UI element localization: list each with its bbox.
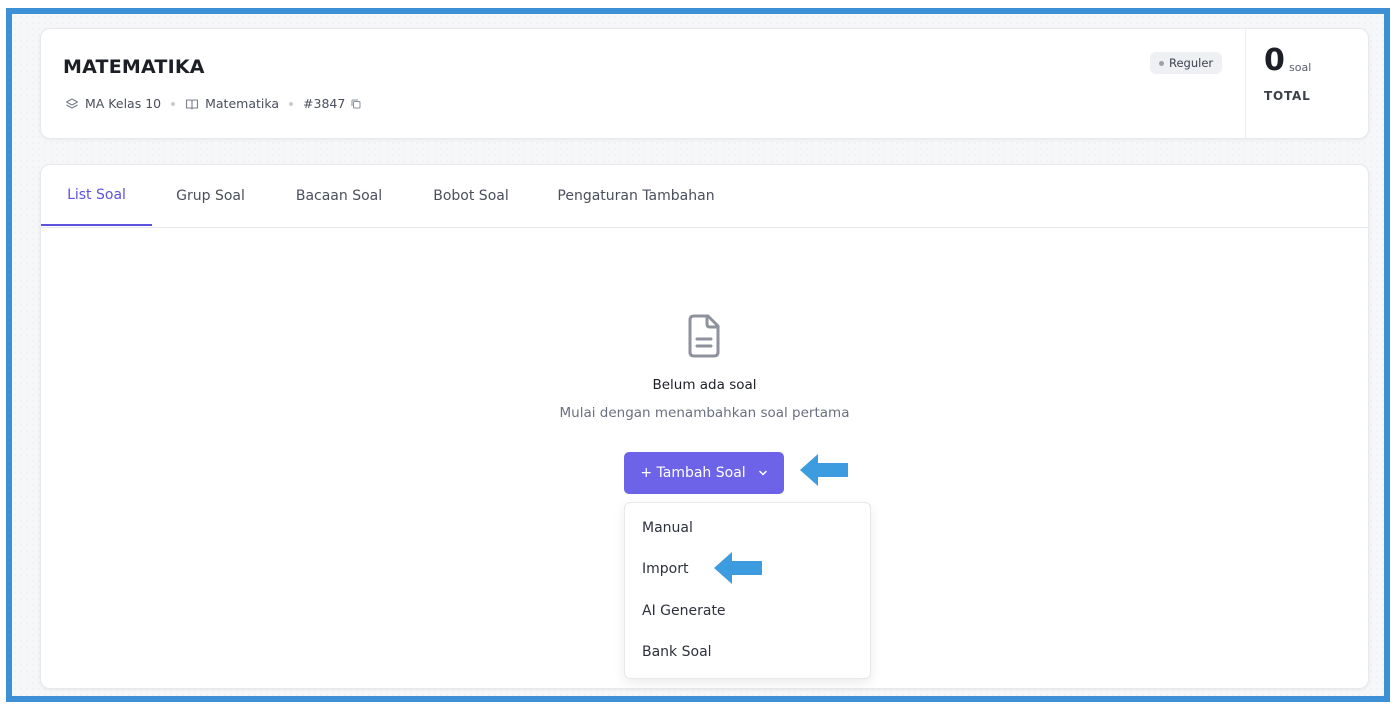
status-badge: Reguler [1150, 52, 1223, 74]
menu-item-manual[interactable]: Manual [625, 508, 870, 548]
exam-header-card: MATEMATIKA MA Kelas 10 Matematika #3847 … [40, 28, 1369, 139]
total-label: TOTAL [1264, 89, 1311, 103]
header-meta: MA Kelas 10 Matematika #3847 [65, 96, 362, 111]
tab-bacaan-soal[interactable]: Bacaan Soal [286, 165, 392, 227]
empty-state-subtitle: Mulai dengan menambahkan soal pertama [559, 405, 850, 421]
add-question-label: + Tambah Soal [640, 465, 746, 481]
annotation-arrow-icon [798, 452, 850, 488]
total-count: 0 [1264, 43, 1285, 78]
document-icon [686, 312, 724, 360]
book-icon [185, 97, 199, 111]
separator-dot [289, 101, 294, 106]
empty-state-title: Belum ada soal [652, 377, 757, 393]
class-label: MA Kelas 10 [85, 96, 162, 111]
tab-bobot-soal[interactable]: Bobot Soal [425, 165, 517, 227]
layers-icon [65, 97, 79, 111]
badge-dot [1159, 60, 1164, 66]
copy-icon[interactable] [350, 98, 362, 110]
badge-label: Reguler [1169, 56, 1214, 70]
page-title: MATEMATIKA [63, 56, 205, 78]
chevron-down-icon [758, 468, 768, 478]
tab-grup-soal[interactable]: Grup Soal [168, 165, 253, 227]
total-counter: 0 soal TOTAL [1245, 29, 1369, 138]
annotation-arrow-icon [712, 550, 764, 586]
subject-label: Matematika [205, 96, 280, 111]
menu-item-bank-soal[interactable]: Bank Soal [625, 632, 870, 672]
question-panel: List Soal Grup Soal Bacaan Soal Bobot So… [40, 164, 1369, 689]
menu-item-ai-generate[interactable]: AI Generate [625, 591, 870, 631]
exam-id: #3847 [303, 96, 346, 111]
total-unit: soal [1289, 61, 1312, 74]
add-question-button[interactable]: + Tambah Soal [624, 452, 784, 494]
screenshot-frame: MATEMATIKA MA Kelas 10 Matematika #3847 … [6, 8, 1390, 702]
tab-pengaturan-tambahan[interactable]: Pengaturan Tambahan [551, 165, 721, 227]
tab-list-soal[interactable]: List Soal [41, 165, 152, 226]
add-question-dropdown: Manual Import AI Generate Bank Soal [624, 502, 871, 679]
separator-dot [171, 101, 176, 106]
tab-bar: List Soal Grup Soal Bacaan Soal Bobot So… [41, 165, 1368, 228]
